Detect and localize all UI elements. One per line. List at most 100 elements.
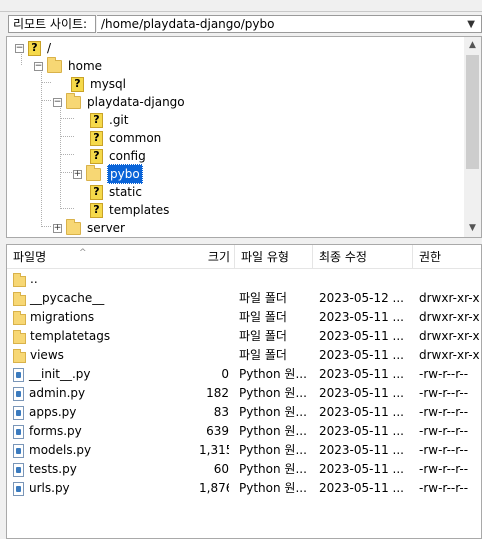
file-type: Python 원... [239, 481, 307, 495]
column-header-permissions[interactable]: 권한 [413, 245, 481, 269]
file-size [199, 308, 229, 327]
file-row[interactable]: __pycache__ 파일 폴더 2023-05-12 ... drwxr-xr-x [7, 289, 481, 308]
column-header-label: 크기 [207, 250, 230, 264]
folder-icon [13, 310, 26, 325]
question-icon: ? [90, 184, 103, 200]
file-size: 0 [221, 367, 229, 381]
file-type [239, 270, 311, 289]
file-row[interactable]: admin.py 182 Python 원... 2023-05-11 ... -rw-… [7, 384, 481, 403]
file-row[interactable]: views 파일 폴더 2023-05-11 ... drwxr-xr-x [7, 346, 481, 365]
file-size [199, 346, 229, 365]
expand-icon[interactable]: + [53, 223, 62, 233]
file-row[interactable]: urls.py 1,876 Python 원... 2023-05-11 ... -rw… [7, 479, 481, 498]
column-header-label: 파일명 [13, 250, 47, 264]
tree-node-mysql[interactable]: ? mysql [71, 75, 126, 93]
file-modified: 2023-05-11 ... [319, 367, 404, 381]
scroll-down-icon[interactable]: ▼ [464, 220, 481, 237]
file-name-cell: views [13, 346, 199, 365]
file-type: Python 원... [239, 424, 307, 438]
file-row[interactable]: forms.py 639 Python 원... 2023-05-11 ... -rw-… [7, 422, 481, 441]
folder-icon [13, 291, 26, 306]
tree-node-label: home [68, 59, 103, 73]
file-modified: 2023-05-11 ... [319, 481, 404, 495]
file-name: admin.py [29, 386, 86, 400]
tree-node-home[interactable]: − home [34, 56, 103, 75]
tree-node-common[interactable]: ? common [90, 129, 161, 147]
remote-file-list[interactable]: 파일명 ^ 크기 파일 유형 최종 수정 권한 .. __pycache__ 파일 … [6, 244, 482, 539]
file-name: .. [30, 272, 38, 286]
tree-node-templates[interactable]: ? templates [90, 201, 169, 219]
file-name: models.py [29, 443, 92, 457]
folder-icon [66, 218, 81, 235]
tree-scrollbar[interactable]: ▲ ▼ [464, 37, 481, 237]
question-icon: ? [71, 76, 84, 92]
file-type: 파일 폴더 [239, 348, 287, 362]
file-modified: 2023-05-11 ... [319, 462, 404, 476]
column-header-size[interactable]: 크기 [199, 245, 235, 269]
expand-icon[interactable]: + [73, 169, 82, 179]
file-permissions: -rw-r--r-- [419, 405, 469, 419]
file-size [199, 270, 229, 289]
column-header-label: 최종 수정 [319, 250, 367, 264]
tree-node-server[interactable]: + server [53, 218, 125, 237]
file-permissions: drwxr-xr-x [419, 329, 480, 343]
scroll-up-icon[interactable]: ▲ [464, 37, 481, 54]
file-permissions: -rw-r--r-- [419, 462, 469, 476]
column-header-type[interactable]: 파일 유형 [235, 245, 313, 269]
file-size [199, 289, 229, 308]
file-modified: 2023-05-11 ... [319, 386, 404, 400]
tree-node-label: mysql [90, 77, 126, 91]
file-name-cell: templatetags [13, 327, 199, 346]
file-permissions: drwxr-xr-x [419, 348, 480, 362]
file-row[interactable]: migrations 파일 폴더 2023-05-11 ... drwxr-xr-x [7, 308, 481, 327]
file-permissions: -rw-r--r-- [419, 386, 469, 400]
file-row[interactable]: models.py 1,315 Python 원... 2023-05-11 ... -… [7, 441, 481, 460]
tree-node-label-selected: pybo [107, 164, 143, 184]
column-header-name[interactable]: 파일명 ^ [7, 245, 199, 269]
python-file-icon [13, 405, 24, 420]
tree-node-label: static [109, 185, 142, 199]
file-name: urls.py [29, 481, 70, 495]
file-name-cell: __pycache__ [13, 289, 199, 308]
file-permissions: -rw-r--r-- [419, 481, 469, 495]
tree-node-git[interactable]: ? .git [90, 111, 128, 129]
file-row[interactable]: __init__.py 0 Python 원... 2023-05-11 ... -rw… [7, 365, 481, 384]
parent-directory-row[interactable]: .. [7, 270, 481, 289]
tree-node-static[interactable]: ? static [90, 183, 142, 201]
sort-ascending-icon: ^ [79, 248, 87, 258]
file-name: migrations [30, 310, 95, 324]
remote-path-input[interactable]: /home/playdata-django/pybo ▼ [97, 15, 482, 33]
collapse-icon[interactable]: − [53, 97, 62, 107]
python-file-icon [13, 462, 24, 477]
file-size: 182 [206, 386, 229, 400]
collapse-icon[interactable]: − [34, 61, 43, 71]
file-modified: 2023-05-11 ... [319, 310, 404, 324]
file-name: templatetags [30, 329, 111, 343]
file-name-cell: __init__.py [13, 365, 199, 384]
file-name: forms.py [29, 424, 82, 438]
tree-node-config[interactable]: ? config [90, 147, 146, 165]
file-row[interactable]: apps.py 83 Python 원... 2023-05-11 ... -rw-r-… [7, 403, 481, 422]
file-permissions: -rw-r--r-- [419, 443, 469, 457]
collapse-icon[interactable]: − [15, 43, 24, 53]
file-row[interactable]: tests.py 60 Python 원... 2023-05-11 ... -rw-r… [7, 460, 481, 479]
file-size: 639 [206, 424, 229, 438]
column-header-modified[interactable]: 최종 수정 [313, 245, 413, 269]
file-row[interactable]: templatetags 파일 폴더 2023-05-11 ... drwxr-xr-… [7, 327, 481, 346]
tree-node-root[interactable]: − ? / [15, 39, 51, 57]
chevron-down-icon[interactable]: ▼ [467, 17, 475, 33]
file-permissions: drwxr-xr-x [419, 291, 480, 305]
tree-node-playdata-django[interactable]: − playdata-django [53, 92, 185, 111]
file-name: __init__.py [29, 367, 91, 381]
file-name-cell: tests.py [13, 460, 199, 479]
file-modified: 2023-05-11 ... [319, 405, 404, 419]
folder-icon [47, 56, 62, 73]
scrollbar-thumb[interactable] [466, 55, 479, 169]
file-name-cell: migrations [13, 308, 199, 327]
file-name-cell: apps.py [13, 403, 199, 422]
remote-directory-tree[interactable]: − ? / − home ? mysql − playdata-django ?… [6, 36, 482, 238]
column-header-label: 권한 [419, 250, 442, 264]
file-type: Python 원... [239, 443, 307, 457]
file-name-cell: forms.py [13, 422, 199, 441]
tree-node-pybo[interactable]: + pybo [73, 164, 143, 184]
